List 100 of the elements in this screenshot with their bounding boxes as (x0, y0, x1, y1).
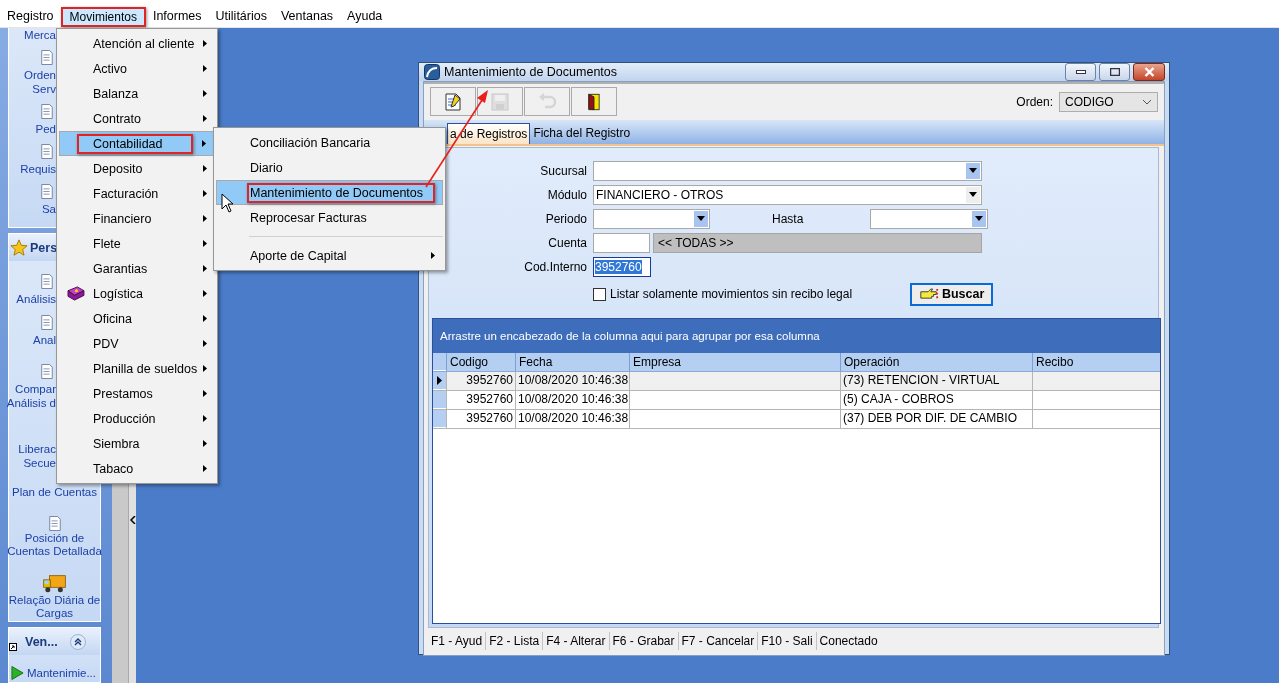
sidebar-item[interactable]: Mantenimie... (27, 666, 96, 680)
sidebar-item[interactable]: Anal (32, 333, 56, 347)
menu-item[interactable]: Balanza (59, 81, 215, 106)
document-icon[interactable] (47, 515, 62, 532)
mouse-cursor-icon (221, 193, 233, 213)
document-icon[interactable] (40, 363, 54, 380)
window-title: Mantenimiento de Documentos (444, 65, 617, 79)
field-label: Cod.Interno (523, 259, 587, 274)
sidebar-item[interactable]: Orden Serv (24, 68, 56, 96)
menu-item[interactable]: Reprocesar Facturas (216, 205, 443, 230)
sidebar-item[interactable]: Relação Diária de Cargas (8, 594, 101, 620)
branch-dropdown[interactable] (593, 160, 982, 181)
field-label: Hasta (771, 211, 805, 226)
status-text: Conectado (818, 633, 879, 650)
tab[interactable]: a de Registros (447, 123, 531, 144)
close-icon (1143, 67, 1155, 77)
panel-header[interactable]: Ven... (9, 628, 100, 655)
document-icon[interactable] (40, 183, 54, 200)
field-label: Cuenta (547, 235, 587, 250)
dropdown-arrow-icon (969, 192, 977, 197)
play-icon[interactable] (11, 665, 24, 681)
sidebar-item[interactable]: Análisis (16, 292, 56, 306)
document-icon[interactable] (40, 273, 54, 290)
submenu-arrow-icon (203, 290, 207, 297)
document-icon[interactable] (40, 143, 54, 160)
menu-bar-item[interactable]: Registro (0, 5, 61, 27)
sidebar-item[interactable]: Compar Análisis d (6, 382, 56, 410)
table-row[interactable]: 3952760 10/08/2020 10:46:38 (5) CAJA - COBROS (433, 391, 1160, 410)
document-icon[interactable] (40, 49, 54, 66)
menu-item[interactable]: Producción (59, 406, 215, 431)
truck-icon[interactable] (42, 574, 67, 594)
collapse-icon[interactable] (69, 633, 86, 650)
status-text: F4 - Alterar (543, 632, 610, 650)
status-text: F7 - Cancelar (678, 632, 759, 650)
checkbox[interactable] (593, 287, 606, 301)
menu-item[interactable]: Atención al cliente (59, 31, 215, 56)
sidebar-item[interactable]: Plan de Cuentas (11, 486, 97, 499)
tab[interactable]: Ficha del Registro (530, 123, 634, 144)
submenu-arrow-icon (203, 115, 207, 122)
account-field[interactable] (593, 232, 650, 253)
menu-item[interactable]: Contabilidad (59, 131, 215, 156)
sidebar-item[interactable]: Merca (24, 28, 56, 42)
door-icon (588, 91, 600, 112)
module-dropdown[interactable]: FINANCIERO - OTROS (593, 184, 982, 205)
period-to-dropdown[interactable] (870, 208, 988, 229)
column-header[interactable]: Fecha (515, 353, 629, 371)
account-description: << TODAS >> (653, 232, 982, 253)
menu-item[interactable]: Diario (216, 155, 443, 180)
sidebar-item[interactable]: Sa (41, 202, 56, 216)
period-from-dropdown[interactable] (593, 208, 710, 229)
menu-item[interactable]: Facturación (59, 181, 215, 206)
menu-item[interactable]: Planilla de sueldos (59, 356, 215, 381)
status-text: F6 - Grabar (609, 632, 679, 650)
checkbox-label[interactable]: Listar solamente movimientos sin recibo legal (610, 287, 853, 301)
expand-icon[interactable] (9, 643, 17, 651)
menu-item[interactable]: Mantenimiento de Documentos (216, 180, 443, 205)
sidebar-item[interactable]: Liberac Secue (18, 442, 56, 470)
sidebar-item[interactable]: Ped (35, 122, 56, 136)
column-header[interactable]: Empresa (629, 353, 840, 371)
document-icon[interactable] (40, 314, 54, 331)
menu-item[interactable]: Contrato (59, 106, 215, 131)
column-header[interactable]: Recibo (1032, 353, 1160, 371)
menu-bar-item[interactable]: Utilitários (208, 5, 274, 27)
menu-item[interactable]: Tabaco (59, 456, 215, 481)
internal-code-field[interactable]: 3952760 (593, 256, 651, 277)
group-hint: Arrastre un encabezado de la columna aqui para agrupar por esa columna (440, 330, 820, 342)
column-header[interactable]: Codigo (446, 353, 515, 371)
menu-item[interactable]: Deposito (59, 156, 215, 181)
menu-item[interactable]: Conciliación Bancaria (216, 130, 443, 155)
pointing-hand-icon (918, 287, 939, 301)
menu-bar-item[interactable]: Movimientos (60, 7, 146, 27)
table-cell: 10/08/2020 10:46:38 (518, 411, 629, 425)
submenu-arrow-icon (203, 40, 207, 47)
menu-item[interactable]: Activo (59, 56, 215, 81)
table-row[interactable]: 3952760 10/08/2020 10:46:38 (73) RETENCION - VIRTUAL (433, 372, 1160, 391)
menu-item[interactable]: Oficina (59, 306, 215, 331)
new-document-button[interactable] (430, 87, 476, 116)
menu-item[interactable]: Financiero (59, 206, 215, 231)
close-button[interactable] (1133, 63, 1165, 81)
menu-item[interactable]: Aporte de Capital (216, 243, 443, 268)
menu-bar-item[interactable]: Ventanas (273, 5, 341, 27)
submenu-arrow-icon (203, 90, 207, 97)
order-dropdown[interactable]: CODIGO (1059, 91, 1158, 112)
menu-bar-item[interactable]: Informes (145, 5, 209, 27)
submenu-arrow-icon (203, 390, 207, 397)
menu-item[interactable]: Logística (59, 281, 215, 306)
menu-bar-item[interactable]: Ayuda (340, 5, 390, 27)
document-icon[interactable] (40, 103, 54, 120)
order-label: Orden: (1016, 94, 1053, 109)
maximize-button[interactable] (1099, 63, 1130, 81)
column-header[interactable]: Operación (840, 353, 1032, 371)
sidebar-item[interactable]: Requis (20, 162, 56, 176)
exit-button[interactable] (571, 87, 617, 116)
table-cell: 3952760 (466, 373, 513, 387)
table-row[interactable]: 3952760 10/08/2020 10:46:38 (37) DEB POR DIF. DE CAMBIO (433, 410, 1160, 429)
menu-item[interactable]: Siembra (59, 431, 215, 456)
menu-item[interactable]: PDV (59, 331, 215, 356)
search-button[interactable]: Buscar (910, 282, 994, 306)
menu-item[interactable]: Prestamos (59, 381, 215, 406)
minimize-button[interactable] (1065, 63, 1096, 81)
